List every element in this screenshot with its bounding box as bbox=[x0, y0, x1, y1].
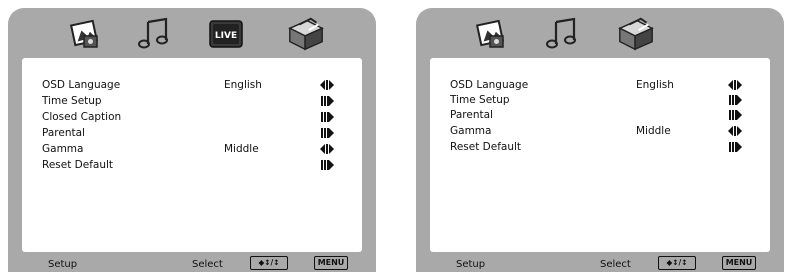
tab-music[interactable] bbox=[542, 14, 582, 54]
setup-toolbox-icon bbox=[618, 17, 654, 51]
nav-key-hint: ◆↕/↕ bbox=[250, 256, 288, 270]
footer-menu-name: Setup bbox=[48, 259, 78, 270]
menu-item-reset-default[interactable]: Reset Default bbox=[42, 157, 352, 173]
tab-picture[interactable] bbox=[66, 14, 106, 54]
menu-item-label: OSD Language bbox=[450, 79, 529, 91]
menu-footer: Setup Select ◆↕/↕ MENU bbox=[8, 254, 376, 272]
right-arrow-icon[interactable] bbox=[728, 95, 742, 105]
menu-item-label: OSD Language bbox=[42, 79, 121, 91]
menu-footer: Setup Select ◆↕/↕ MENU bbox=[416, 254, 784, 272]
tab-music[interactable] bbox=[134, 14, 174, 54]
tab-live[interactable]: LIVE bbox=[206, 14, 246, 54]
menu-item-label: Reset Default bbox=[450, 141, 522, 153]
menu-item-parental[interactable]: Parental bbox=[42, 125, 352, 141]
menu-item-parental[interactable]: Parental bbox=[450, 107, 760, 123]
menu-key-hint: MENU bbox=[722, 256, 756, 270]
footer-menu-name: Setup bbox=[456, 259, 486, 270]
menu-item-value: English bbox=[224, 79, 262, 91]
music-note-icon bbox=[546, 17, 576, 49]
menu-key-hint: MENU bbox=[314, 256, 348, 270]
menu-item-label: Time Setup bbox=[42, 95, 102, 107]
tab-setup[interactable] bbox=[286, 14, 326, 54]
footer-select-label: Select bbox=[192, 259, 223, 270]
right-arrow-icon[interactable] bbox=[320, 96, 334, 106]
menu-item-gamma[interactable]: Gamma Middle bbox=[42, 141, 352, 157]
tab-setup[interactable] bbox=[616, 14, 656, 54]
menu-content-area: OSD Language English Time Setup Closed C… bbox=[22, 58, 362, 252]
footer-select-label: Select bbox=[600, 259, 631, 270]
menu-item-label: Closed Caption bbox=[42, 111, 122, 123]
menu-item-value: Middle bbox=[224, 143, 259, 155]
left-right-arrow-icon[interactable] bbox=[320, 80, 334, 90]
right-arrow-icon[interactable] bbox=[728, 110, 742, 120]
menu-tab-bar: LIVE bbox=[8, 8, 376, 58]
menu-tab-bar bbox=[416, 8, 784, 58]
tab-picture[interactable] bbox=[472, 14, 512, 54]
menu-item-label: Reset Default bbox=[42, 159, 114, 171]
menu-item-osd-language[interactable]: OSD Language English bbox=[450, 77, 760, 93]
right-arrow-icon[interactable] bbox=[320, 160, 334, 170]
menu-item-osd-language[interactable]: OSD Language English bbox=[42, 77, 352, 93]
music-note-icon bbox=[138, 17, 168, 49]
menu-item-label: Gamma bbox=[42, 143, 84, 155]
menu-item-time-setup[interactable]: Time Setup bbox=[42, 93, 352, 109]
menu-item-label: Time Setup bbox=[450, 94, 510, 106]
menu-content-area: OSD Language English Time Setup Parental… bbox=[430, 58, 770, 252]
right-arrow-icon[interactable] bbox=[320, 112, 334, 122]
menu-item-label: Parental bbox=[42, 127, 85, 139]
menu-item-closed-caption[interactable]: Closed Caption bbox=[42, 109, 352, 125]
left-right-arrow-icon[interactable] bbox=[320, 144, 334, 154]
menu-item-value: Middle bbox=[636, 125, 671, 137]
live-label: LIVE bbox=[215, 31, 237, 41]
menu-item-value: English bbox=[636, 79, 674, 91]
setup-menu-screen-left: LIVE OSD Language English Time Setup Clo… bbox=[8, 8, 376, 272]
setup-toolbox-icon bbox=[288, 17, 324, 51]
menu-item-time-setup[interactable]: Time Setup bbox=[450, 92, 760, 108]
left-right-arrow-icon[interactable] bbox=[728, 80, 742, 90]
menu-item-gamma[interactable]: Gamma Middle bbox=[450, 123, 760, 139]
picture-icon bbox=[475, 19, 505, 48]
menu-item-label: Gamma bbox=[450, 125, 492, 137]
menu-item-label: Parental bbox=[450, 109, 493, 121]
picture-icon bbox=[69, 19, 99, 48]
nav-key-hint: ◆↕/↕ bbox=[658, 256, 696, 270]
setup-menu-screen-right: OSD Language English Time Setup Parental… bbox=[416, 8, 784, 272]
live-tv-icon: LIVE bbox=[209, 20, 243, 48]
menu-item-reset-default[interactable]: Reset Default bbox=[450, 139, 760, 155]
right-arrow-icon[interactable] bbox=[728, 142, 742, 152]
right-arrow-icon[interactable] bbox=[320, 128, 334, 138]
left-right-arrow-icon[interactable] bbox=[728, 126, 742, 136]
